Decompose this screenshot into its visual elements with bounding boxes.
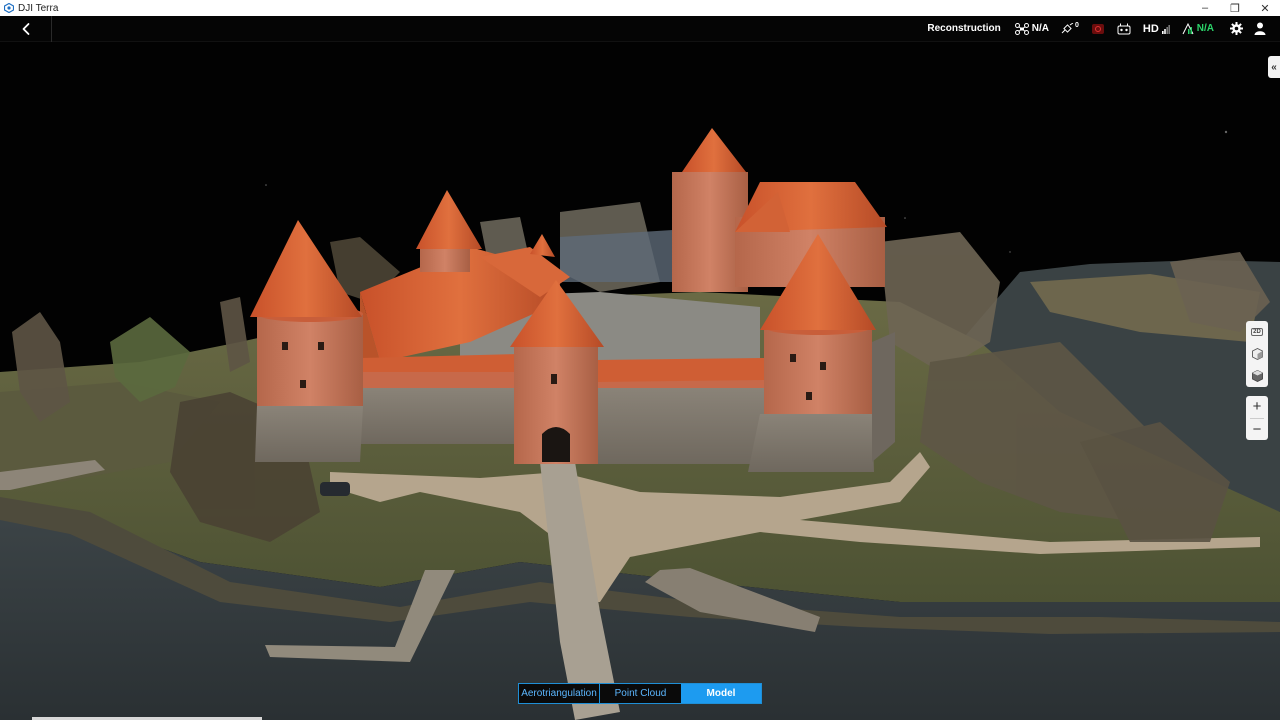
window-titlebar: DJI Terra – ❐ ✕ xyxy=(0,0,1280,16)
aircraft-icon xyxy=(1014,22,1029,35)
tab-model[interactable]: Model xyxy=(681,684,761,703)
zoom-out-button[interactable]: − xyxy=(1246,419,1268,441)
rc-status xyxy=(1091,23,1105,35)
aircraft-status-value: N/A xyxy=(1031,23,1049,34)
window-title: DJI Terra xyxy=(18,2,59,14)
castle-3d-model xyxy=(0,42,1280,720)
model-viewport[interactable] xyxy=(0,42,1280,720)
tab-point-cloud[interactable]: Point Cloud xyxy=(600,684,681,703)
tab-aerotriangulation[interactable]: Aerotriangulation xyxy=(519,684,600,703)
controller-status xyxy=(1117,23,1131,35)
collapse-panel-button[interactable]: « xyxy=(1268,56,1280,78)
zoom-tools: + − xyxy=(1246,396,1268,440)
gps-count: 0 xyxy=(1074,22,1079,29)
view-2d-icon: 2D xyxy=(1251,328,1263,336)
back-button[interactable] xyxy=(0,15,52,42)
back-icon xyxy=(22,22,29,35)
remote-controller-icon xyxy=(1117,23,1131,34)
view-3d-icon xyxy=(1251,348,1263,360)
view-cube-icon xyxy=(1251,370,1263,382)
signal-status-value: N/A xyxy=(1196,23,1214,34)
user-button[interactable] xyxy=(1250,19,1270,39)
gps-status: 0 xyxy=(1061,22,1079,35)
hd-label: HD xyxy=(1142,22,1159,35)
view-3d-button[interactable] xyxy=(1246,343,1268,365)
settings-button[interactable] xyxy=(1226,19,1246,39)
user-icon xyxy=(1254,22,1266,35)
app-toolbar: Reconstruction N/A 0 HD N/A xyxy=(0,15,1280,42)
satellite-icon xyxy=(1061,22,1074,33)
window-controls: – ❐ ✕ xyxy=(1190,0,1280,16)
close-button[interactable]: ✕ xyxy=(1250,0,1280,16)
signal-bars-icon xyxy=(1161,24,1170,34)
restore-button[interactable]: ❐ xyxy=(1220,0,1250,16)
rc-off-icon xyxy=(1091,23,1104,34)
mode-label: Reconstruction xyxy=(927,23,1001,34)
app-logo-icon xyxy=(4,3,14,13)
zoom-in-button[interactable]: + xyxy=(1246,396,1268,418)
view-tools: 2D xyxy=(1246,321,1268,387)
hd-status: HD xyxy=(1143,23,1170,35)
mode-tabs: Aerotriangulation Point Cloud Model xyxy=(518,683,762,704)
view-2d-button[interactable]: 2D xyxy=(1246,321,1268,343)
signal-status: N/A xyxy=(1182,22,1214,35)
aircraft-status: N/A xyxy=(1014,22,1049,35)
minimize-button[interactable]: – xyxy=(1190,0,1220,16)
signal-icon xyxy=(1182,22,1194,34)
settings-icon xyxy=(1229,22,1243,35)
view-cube-button[interactable] xyxy=(1246,365,1268,387)
